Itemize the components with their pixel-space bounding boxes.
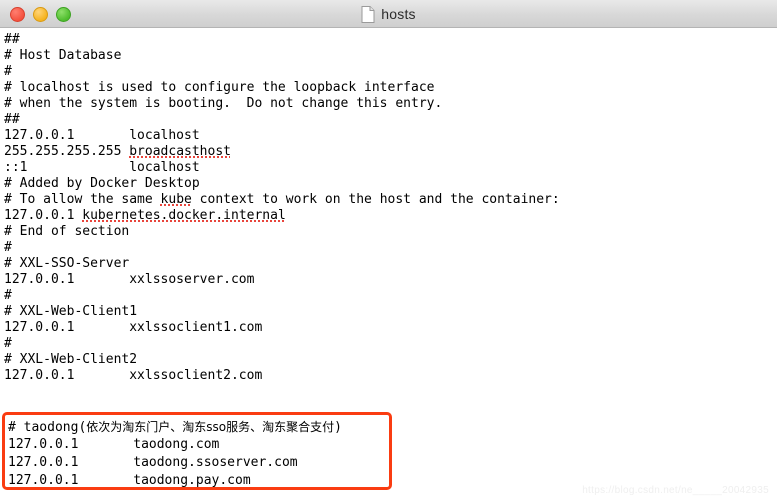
code-line: # XXL-Web-Client1 [4, 304, 138, 319]
column-gap [78, 473, 133, 488]
window-titlebar[interactable]: hosts [0, 0, 777, 28]
taodong-host-row: 127.0.0.1 taodong.com [8, 436, 392, 454]
document-text-area[interactable]: ## # Host Database # # localhost is used… [0, 28, 777, 500]
code-line: # XXL-Web-Client2 [4, 352, 138, 367]
code-line: # XXL-SSO-Server [4, 256, 130, 271]
code-line: ## [4, 32, 20, 47]
code-line: # Added by Docker Desktop [4, 176, 200, 191]
hosts-editor-window: hosts ## # Host Database # # localhost i… [0, 0, 777, 500]
window-title-group: hosts [0, 0, 777, 28]
code-line: # [4, 288, 12, 303]
comment-cjk-text: 依次为淘东门户、淘东sso服务、淘东聚合支付 [86, 420, 335, 434]
spellcheck-word: kubernetes.docker.internal [82, 208, 286, 223]
code-line: 127.0.0.1 xxlssoserver.com [4, 272, 255, 287]
hostname: taodong.pay.com [133, 473, 251, 488]
code-line: ::1 localhost [4, 160, 200, 175]
code-line: # Host Database [4, 48, 122, 63]
column-gap [78, 437, 133, 452]
comment-suffix: ) [334, 420, 342, 435]
comment-text-post: context to work on the host and the cont… [191, 192, 560, 207]
ip-address: 127.0.0.1 [4, 208, 83, 223]
code-line: 127.0.0.1 xxlssoclient1.com [4, 320, 263, 335]
code-line: # when the system is booting. Do not cha… [4, 96, 443, 111]
watermark-text: https://blog.csdn.net/ne_____20042935 [582, 485, 769, 496]
taodong-entries-block: # taodong(依次为淘东门户、淘东sso服务、淘东聚合支付) 127.0.… [8, 418, 392, 490]
ip-address: 127.0.0.1 [8, 473, 79, 488]
comment-prefix: # taodong( [8, 420, 87, 435]
code-line: 127.0.0.1 localhost [4, 128, 200, 143]
taodong-comment-line: # taodong(依次为淘东门户、淘东sso服务、淘东聚合支付) [8, 418, 392, 436]
taodong-host-row: 127.0.0.1 taodong.ssoserver.com [8, 454, 392, 472]
code-line: # localhost is used to configure the loo… [4, 80, 435, 95]
code-line: # [4, 240, 12, 255]
column-gap [78, 455, 133, 470]
spellcheck-word: kube [160, 192, 192, 207]
minimize-button-icon[interactable] [33, 6, 48, 22]
code-line: 127.0.0.1 xxlssoclient2.com [4, 368, 263, 383]
hostname: taodong.com [133, 437, 220, 452]
code-line-kube-context: # To allow the same kube context to work… [4, 192, 777, 208]
ip-address: 255.255.255.255 [4, 144, 130, 159]
code-line: # [4, 336, 12, 351]
code-line: # [4, 64, 12, 79]
hostname: taodong.ssoserver.com [133, 455, 298, 470]
close-button-icon[interactable] [10, 6, 25, 22]
window-title: hosts [381, 6, 416, 22]
document-icon [361, 5, 375, 23]
ip-address: 127.0.0.1 [8, 437, 79, 452]
comment-text-pre: # To allow the same [4, 192, 161, 207]
code-line: # End of section [4, 224, 130, 239]
spellcheck-word: broadcasthost [129, 144, 231, 159]
ip-address: 127.0.0.1 [8, 455, 79, 470]
code-line-kubernetes-internal: 127.0.0.1 kubernetes.docker.internal [4, 208, 777, 224]
code-line: ## [4, 112, 20, 127]
code-line-broadcasthost: 255.255.255.255 broadcasthost [4, 144, 777, 160]
zoom-button-icon[interactable] [56, 6, 71, 22]
taodong-host-row: 127.0.0.1 taodong.pay.com [8, 472, 392, 490]
window-controls [10, 0, 71, 28]
